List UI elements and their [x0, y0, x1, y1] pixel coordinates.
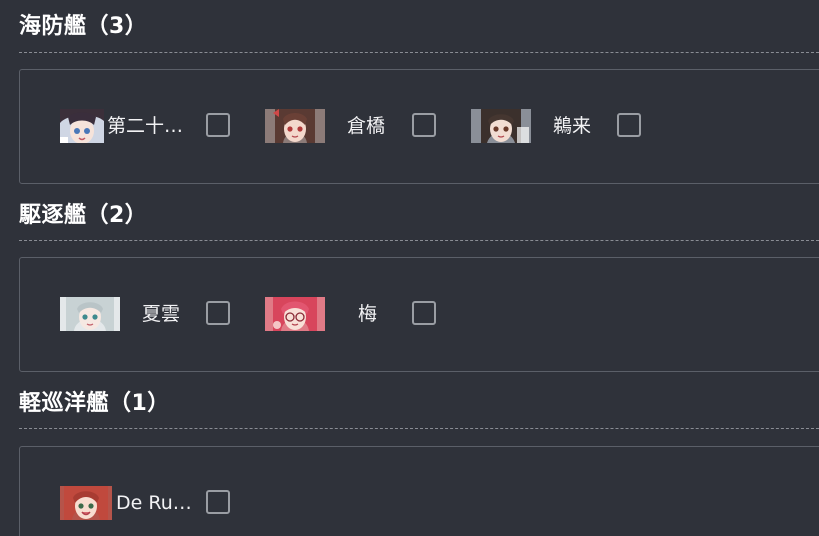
ship-select-checkbox[interactable]: [412, 113, 436, 137]
ship-select-checkbox[interactable]: [617, 113, 641, 137]
ship-select-checkbox[interactable]: [206, 113, 230, 137]
ship-select-checkbox[interactable]: [412, 301, 436, 325]
ship-name: 夏雲: [142, 303, 181, 325]
ship-name: 鵜来: [553, 115, 592, 137]
section-panel-escort-ships: 第二十… 倉橋 鵜来: [19, 69, 819, 184]
ship-name: De Ru…: [116, 492, 192, 514]
section-divider: [19, 428, 819, 429]
section-divider: [19, 240, 819, 241]
ship-name: 倉橋: [347, 115, 386, 137]
section-divider: [19, 52, 819, 53]
ship-portrait-icon: [60, 297, 120, 331]
section-panel-destroyers: 夏雲 梅: [19, 257, 819, 372]
ship-select-checkbox[interactable]: [206, 490, 230, 514]
ship-name: 第二十…: [107, 115, 184, 137]
section-title-escort-ships: 海防艦（3）: [19, 14, 148, 39]
section-title-destroyers: 駆逐艦（2）: [19, 203, 148, 228]
section-title-light-cruisers: 軽巡洋艦（1）: [19, 391, 170, 416]
ship-name: 梅: [358, 303, 378, 325]
ship-portrait-icon: [471, 109, 531, 143]
ship-select-checkbox[interactable]: [206, 301, 230, 325]
ship-selection-page: 海防艦（3） 第二十… 倉橋 鵜来 駆逐艦（2） 夏雲 梅 軽巡洋艦（1） De…: [0, 0, 819, 536]
ship-portrait-icon: [60, 109, 104, 143]
ship-portrait-icon: [265, 109, 325, 143]
ship-portrait-icon: [265, 297, 325, 331]
ship-portrait-icon: [60, 486, 112, 520]
section-panel-light-cruisers: De Ru…: [19, 446, 819, 536]
